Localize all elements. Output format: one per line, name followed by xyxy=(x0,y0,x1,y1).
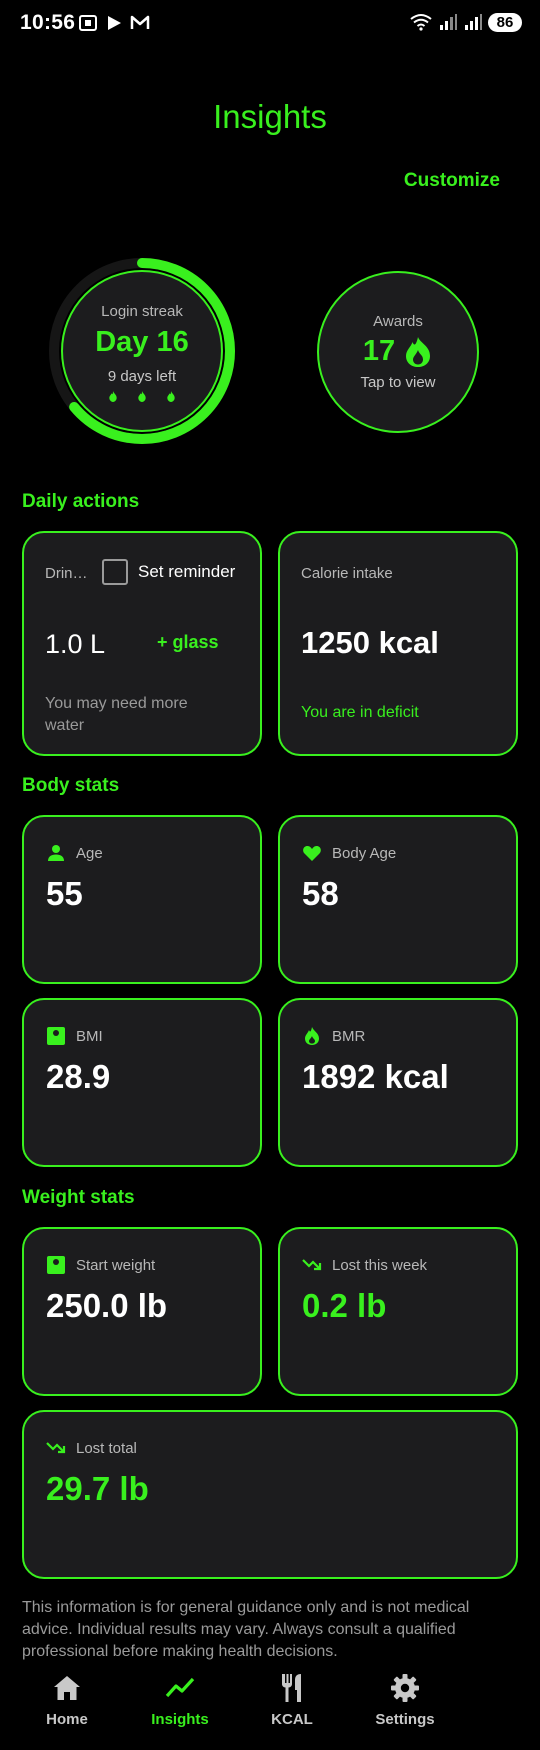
daily-actions-title: Daily actions xyxy=(22,491,140,512)
age-label: Age xyxy=(76,844,103,862)
bmr-value: 1892 kcal xyxy=(302,1058,449,1095)
start-weight-value: 250.0 lb xyxy=(46,1287,168,1324)
streak-flames xyxy=(63,391,221,402)
streak-days-left: 9 days left xyxy=(107,368,177,385)
water-card: Drin… Set reminder 1.0 L + glass You may… xyxy=(22,531,262,756)
bmi-header: BMI xyxy=(46,1026,103,1046)
lost-week-header: Lost this week xyxy=(302,1255,427,1275)
bmr-label: BMR xyxy=(332,1027,366,1045)
water-value: 1.0 L xyxy=(45,629,106,659)
lost-week-label: Lost this week xyxy=(332,1256,428,1274)
play-icon xyxy=(108,16,121,30)
customize-button[interactable]: Customize xyxy=(404,170,500,192)
scale-icon xyxy=(47,1027,65,1045)
calorie-label: Calorie intake xyxy=(301,565,393,582)
trending-down-icon xyxy=(302,1259,322,1271)
calorie-status: You are in deficit xyxy=(301,704,419,721)
person-icon xyxy=(48,845,64,861)
start-weight-header: Start weight xyxy=(46,1255,155,1275)
lost-week-value: 0.2 lb xyxy=(302,1287,387,1324)
nav-insights[interactable]: Insights xyxy=(130,1672,230,1728)
home-icon xyxy=(54,1676,80,1700)
body-age-value: 58 xyxy=(302,875,339,912)
fork-knife-icon xyxy=(282,1674,301,1702)
streak-label: Login streak xyxy=(101,303,183,320)
water-hint: You may need more water xyxy=(45,695,188,734)
start-weight-card[interactable]: Start weight 250.0 lb xyxy=(22,1227,262,1396)
streak-card: Login streak Day 16 9 days left xyxy=(61,270,223,432)
lost-week-card[interactable]: Lost this week 0.2 lb xyxy=(278,1227,518,1396)
lost-total-value: 29.7 lb xyxy=(46,1470,149,1507)
nav-insights-label: Insights xyxy=(151,1711,209,1728)
awards-count: 17 xyxy=(362,335,396,367)
status-time: 10:56 xyxy=(20,11,76,34)
calorie-card[interactable]: Calorie intake 1250 kcal You are in defi… xyxy=(278,531,518,756)
flame-icon xyxy=(305,1027,319,1045)
flame-icon xyxy=(109,391,117,402)
nav-settings-label: Settings xyxy=(375,1711,435,1728)
set-reminder-checkbox[interactable]: Set reminder xyxy=(102,559,235,585)
bmr-card[interactable]: BMR 1892 kcal xyxy=(278,998,518,1167)
disclaimer-text: This information is for general guidance… xyxy=(22,1599,470,1660)
wifi-icon xyxy=(410,14,432,31)
trending-down-icon xyxy=(46,1442,66,1454)
flame-icon xyxy=(138,391,146,402)
awards-button[interactable]: Awards 17 Tap to view xyxy=(317,271,479,433)
lost-total-header: Lost total xyxy=(46,1438,137,1458)
body-age-card[interactable]: Body Age 58 xyxy=(278,815,518,984)
streak-day: Day 16 xyxy=(95,326,189,358)
login-streak-widget[interactable]: Login streak Day 16 9 days left xyxy=(46,255,238,447)
checkbox-box[interactable] xyxy=(102,559,128,585)
start-weight-label: Start weight xyxy=(76,1256,156,1274)
page-title: Insights xyxy=(213,98,327,135)
age-header: Age xyxy=(46,843,103,863)
bmr-header: BMR xyxy=(302,1026,365,1046)
flame-icon xyxy=(406,336,431,367)
set-reminder-label: Set reminder xyxy=(138,562,236,581)
weight-stats-title: Weight stats xyxy=(22,1187,135,1208)
lost-total-card[interactable]: Lost total 29.7 lb xyxy=(22,1410,518,1579)
calorie-value: 1250 kcal xyxy=(301,625,439,660)
nav-settings[interactable]: Settings xyxy=(355,1672,455,1728)
body-age-label: Body Age xyxy=(332,844,397,862)
scale-icon xyxy=(47,1256,65,1274)
bmi-label: BMI xyxy=(76,1027,103,1045)
nav-kcal[interactable]: KCAL xyxy=(242,1672,342,1728)
nav-kcal-label: KCAL xyxy=(271,1711,313,1728)
nav-home[interactable]: Home xyxy=(17,1672,117,1728)
age-card[interactable]: Age 55 xyxy=(22,815,262,984)
gear-icon xyxy=(391,1674,419,1702)
add-glass-button[interactable]: + glass xyxy=(157,632,219,653)
screenshot-icon xyxy=(79,15,97,31)
awards-label: Awards xyxy=(373,313,423,330)
body-stats-title: Body stats xyxy=(22,775,120,796)
heart-icon xyxy=(303,846,321,861)
mail-icon xyxy=(130,15,150,29)
water-label: Drin… xyxy=(45,565,88,582)
nav-home-label: Home xyxy=(46,1711,88,1728)
status-bar: 10:56 86 xyxy=(0,0,540,48)
lost-total-label: Lost total xyxy=(76,1439,137,1457)
bottom-nav: Home Insights KCAL Settings xyxy=(0,1672,540,1750)
awards-tap-label: Tap to view xyxy=(360,374,436,391)
notification-icons xyxy=(78,13,150,33)
bmi-card[interactable]: BMI 28.9 xyxy=(22,998,262,1167)
body-age-header: Body Age xyxy=(302,843,396,863)
bmi-value: 28.9 xyxy=(46,1058,111,1095)
awards-row: 17 xyxy=(319,335,477,368)
system-status: 86 xyxy=(409,12,522,32)
insights-icon xyxy=(165,1677,195,1698)
flame-icon xyxy=(167,391,175,402)
signal-icon-2 xyxy=(465,14,482,30)
signal-icon xyxy=(440,14,457,30)
battery-indicator: 86 xyxy=(488,12,522,32)
age-value: 55 xyxy=(46,875,83,912)
